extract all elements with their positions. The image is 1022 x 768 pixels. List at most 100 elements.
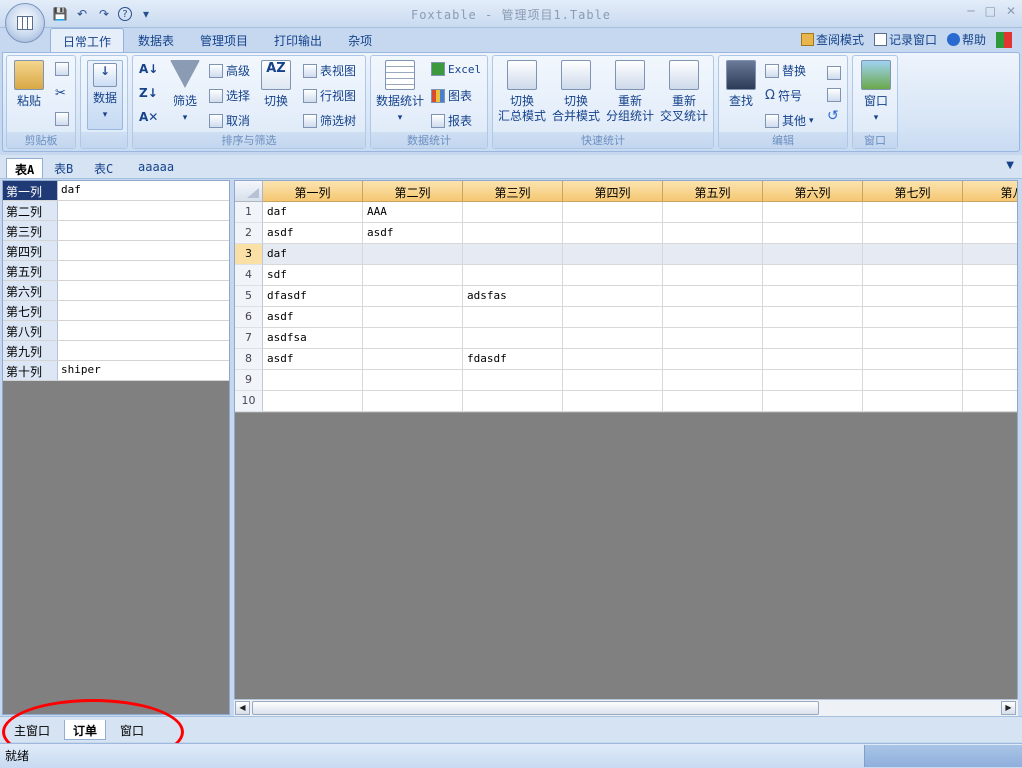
group-stats-button[interactable]: 重新 分组统计 <box>603 60 657 124</box>
table-cell[interactable] <box>363 244 463 265</box>
table-cell[interactable] <box>863 328 963 349</box>
column-header[interactable]: 第八 <box>963 181 1017 202</box>
table-cell[interactable] <box>663 307 763 328</box>
row-header[interactable]: 9 <box>235 370 263 391</box>
table-cell[interactable] <box>963 244 1017 265</box>
table-cell[interactable] <box>863 307 963 328</box>
table-cell[interactable] <box>963 307 1017 328</box>
table-cell[interactable] <box>763 244 863 265</box>
table-cell[interactable]: dfasdf <box>263 286 363 307</box>
table-cell[interactable] <box>663 265 763 286</box>
replace-button[interactable]: 替换 <box>765 62 806 79</box>
table-cell[interactable] <box>263 370 363 391</box>
field-value[interactable] <box>58 341 64 360</box>
field-label[interactable]: 第四列 <box>3 241 58 260</box>
table-cell[interactable] <box>663 244 763 265</box>
report-button[interactable]: 报表 <box>431 112 472 129</box>
table-cell[interactable] <box>963 223 1017 244</box>
field-value[interactable] <box>58 301 64 320</box>
table-cell[interactable] <box>563 307 663 328</box>
eraser-icon[interactable] <box>55 112 69 126</box>
application-menu-button[interactable] <box>5 3 45 43</box>
table-cell[interactable] <box>363 349 463 370</box>
table-cell[interactable] <box>763 370 863 391</box>
table-cell[interactable] <box>963 391 1017 412</box>
table-cell[interactable]: fdasdf <box>463 349 563 370</box>
table-cell[interactable] <box>763 223 863 244</box>
grid-icon[interactable] <box>827 66 841 80</box>
close-button[interactable]: ✕ <box>1006 4 1016 18</box>
table-cell[interactable] <box>463 307 563 328</box>
table-cell[interactable] <box>663 370 763 391</box>
field-value[interactable]: shiper <box>58 361 104 380</box>
sheet-tab-aaaaa[interactable]: aaaaa <box>130 158 182 178</box>
table-cell[interactable] <box>763 328 863 349</box>
table-cell[interactable] <box>463 244 563 265</box>
scroll-thumb[interactable] <box>252 701 819 715</box>
excel-button[interactable]: Excel <box>431 62 481 76</box>
table-cell[interactable] <box>863 286 963 307</box>
other-button[interactable]: 其他 ▾ <box>765 112 814 129</box>
chart-button[interactable]: 图表 <box>431 87 472 104</box>
table-cell[interactable] <box>663 202 763 223</box>
row-header[interactable]: 3 <box>235 244 263 265</box>
table-cell[interactable] <box>663 349 763 370</box>
table-cell[interactable] <box>863 202 963 223</box>
sheet-tab-c[interactable]: 表C <box>86 158 121 178</box>
table-cell[interactable] <box>463 202 563 223</box>
table-cell[interactable]: asdf <box>263 349 363 370</box>
table-cell[interactable] <box>663 328 763 349</box>
table-cell[interactable] <box>863 391 963 412</box>
field-value[interactable] <box>58 321 64 340</box>
table-cell[interactable] <box>363 286 463 307</box>
table-cell[interactable] <box>463 223 563 244</box>
find-button[interactable]: 查找 <box>723 60 759 109</box>
restore-button[interactable]: □ <box>985 4 996 18</box>
field-label[interactable]: 第一列 <box>3 181 58 200</box>
table-cell[interactable] <box>763 286 863 307</box>
table-cell[interactable] <box>663 286 763 307</box>
window-button[interactable]: 窗口 ▾ <box>857 60 895 126</box>
field-label[interactable]: 第九列 <box>3 341 58 360</box>
row-header[interactable]: 2 <box>235 223 263 244</box>
field-value[interactable] <box>58 261 64 280</box>
table-cell[interactable] <box>563 370 663 391</box>
table-cell[interactable]: sdf <box>263 265 363 286</box>
row-header[interactable]: 10 <box>235 391 263 412</box>
table-cell[interactable] <box>463 265 563 286</box>
field-label[interactable]: 第七列 <box>3 301 58 320</box>
table-cell[interactable]: asdfsa <box>263 328 363 349</box>
table-cell[interactable] <box>363 328 463 349</box>
table-cell[interactable] <box>563 391 663 412</box>
table-cell[interactable] <box>863 370 963 391</box>
table-cell[interactable] <box>563 244 663 265</box>
tab-print-output[interactable]: 打印输出 <box>262 28 334 52</box>
table-cell[interactable] <box>363 391 463 412</box>
table-cell[interactable] <box>563 202 663 223</box>
checker-icon[interactable] <box>827 88 841 102</box>
row-header[interactable]: 1 <box>235 202 263 223</box>
row-header[interactable]: 8 <box>235 349 263 370</box>
view-mode-button[interactable]: 查阅模式 <box>800 31 864 48</box>
filter-tree-button[interactable]: 筛选树 <box>303 112 356 129</box>
select-button[interactable]: 选择 <box>209 87 250 104</box>
clear-sort-icon[interactable]: A✕ <box>139 110 158 124</box>
table-cell[interactable] <box>763 265 863 286</box>
row-header[interactable]: 4 <box>235 265 263 286</box>
help-button[interactable]: 帮助 <box>946 31 986 48</box>
scroll-left-icon[interactable]: ◀ <box>235 701 250 715</box>
filter-button[interactable]: 筛选 ▾ <box>167 60 203 126</box>
merge-mode-button[interactable]: 切换 合并模式 <box>549 60 603 124</box>
scroll-right-icon[interactable]: ▶ <box>1001 701 1016 715</box>
table-cell[interactable] <box>963 328 1017 349</box>
users-icon[interactable] <box>996 31 1012 48</box>
minimize-button[interactable]: ─ <box>967 4 974 18</box>
field-label[interactable]: 第十列 <box>3 361 58 380</box>
table-cell[interactable]: asdf <box>263 307 363 328</box>
field-label[interactable]: 第三列 <box>3 221 58 240</box>
table-cell[interactable] <box>663 223 763 244</box>
table-cell[interactable] <box>963 265 1017 286</box>
copy-icon[interactable] <box>55 62 69 76</box>
table-cell[interactable]: AAA <box>363 202 463 223</box>
refresh-icon[interactable]: ↺ <box>827 108 839 124</box>
